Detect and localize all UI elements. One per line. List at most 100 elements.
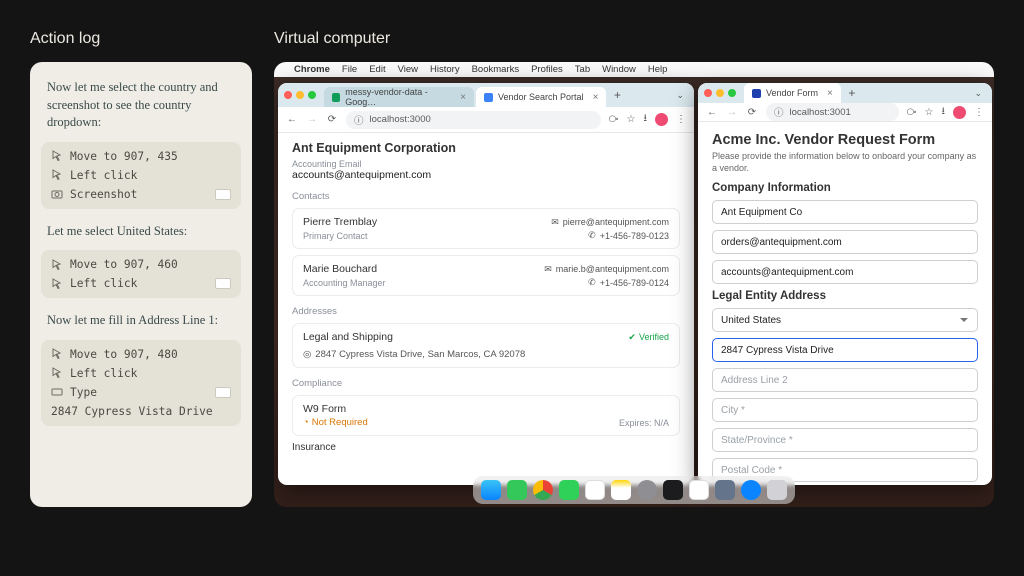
- dock-messages-icon[interactable]: [507, 480, 527, 500]
- url-text: localhost:3001: [790, 107, 851, 118]
- forward-icon[interactable]: →: [726, 106, 738, 118]
- log-row: Screenshot: [51, 188, 231, 201]
- expires-label: Expires: N/A: [619, 418, 669, 428]
- address-bar: ← → ⟳ ⓘlocalhost:3000 ⧂ ☆ ⭳ ⋮: [278, 107, 694, 133]
- url-input[interactable]: ⓘlocalhost:3000: [346, 111, 601, 129]
- menu-item[interactable]: Chrome: [294, 64, 330, 75]
- virtual-computer: Chrome File Edit View History Bookmarks …: [274, 62, 994, 507]
- download-icon[interactable]: ⭳: [942, 104, 946, 121]
- close-icon[interactable]: ×: [460, 92, 466, 103]
- star-icon[interactable]: ☆: [627, 114, 636, 125]
- menu-item[interactable]: Profiles: [531, 64, 563, 75]
- tab-sheets[interactable]: messy-vendor-data - Goog… ×: [324, 87, 474, 107]
- tab-label: messy-vendor-data - Goog…: [345, 87, 451, 107]
- contact-phone: ✆+1-456-789-0123: [588, 230, 669, 241]
- dock-terminal-icon[interactable]: [663, 480, 683, 500]
- click-icon: [51, 367, 63, 379]
- url-input[interactable]: ⓘlocalhost:3001: [766, 103, 899, 121]
- company-name: Ant Equipment Corporation: [292, 141, 680, 155]
- state-input[interactable]: State/Province *: [712, 428, 978, 452]
- log-row: Move to 907, 435: [51, 150, 231, 163]
- city-input[interactable]: City *: [712, 398, 978, 422]
- contact-role: Accounting Manager: [303, 278, 386, 288]
- traffic-lights[interactable]: [704, 89, 736, 97]
- traffic-lights[interactable]: [284, 91, 316, 99]
- back-icon[interactable]: ←: [706, 106, 718, 118]
- contact-email: ✉pierre@antequipment.com: [551, 217, 669, 228]
- log-text: Type: [70, 386, 97, 399]
- forward-icon[interactable]: →: [306, 114, 318, 126]
- log-text: Left click: [70, 169, 137, 182]
- accounting-email-label: Accounting Email: [292, 159, 680, 169]
- download-icon[interactable]: ⭳: [644, 111, 648, 128]
- address-line: ◎2847 Cypress Vista Drive, San Marcos, C…: [303, 349, 669, 360]
- back-icon[interactable]: ←: [286, 114, 298, 126]
- dock-finder-icon[interactable]: [481, 480, 501, 500]
- camera-icon: [51, 188, 63, 200]
- menu-item[interactable]: Edit: [369, 64, 385, 75]
- star-icon[interactable]: ☆: [925, 107, 934, 118]
- mac-dock[interactable]: [473, 476, 795, 504]
- contact-name: Marie Bouchard: [303, 263, 377, 275]
- favicon-icon: [752, 89, 761, 98]
- dock-appstore-icon[interactable]: [741, 480, 761, 500]
- log-note: Now let me select the country and screen…: [41, 73, 241, 134]
- dock-chrome-icon[interactable]: [533, 480, 553, 500]
- contact-role: Primary Contact: [303, 231, 368, 241]
- menu-item[interactable]: Window: [602, 64, 636, 75]
- contact-email: ✉marie.b@antequipment.com: [544, 264, 669, 275]
- compliance-card: W9 Form ◔Not RequiredExpires: N/A: [292, 395, 680, 436]
- orders-email-input[interactable]: orders@antequipment.com: [712, 230, 978, 254]
- menu-item[interactable]: Bookmarks: [472, 64, 520, 75]
- form-title: Acme Inc. Vendor Request Form: [712, 132, 978, 148]
- log-text: 2847 Cypress Vista Drive: [51, 405, 213, 418]
- verified-badge: ✔Verified: [628, 332, 669, 343]
- desktop: messy-vendor-data - Goog… × Vendor Search…: [274, 77, 994, 507]
- bookmark-icon[interactable]: ⧂: [609, 114, 619, 125]
- menu-item[interactable]: View: [398, 64, 418, 75]
- company-name-input[interactable]: Ant Equipment Co: [712, 200, 978, 224]
- phone-icon: ✆: [588, 277, 596, 288]
- tab-label: Vendor Form: [766, 88, 818, 98]
- insurance-label: Insurance: [292, 442, 680, 453]
- mac-menubar[interactable]: Chrome File Edit View History Bookmarks …: [274, 62, 994, 77]
- log-text: Move to 907, 480: [70, 348, 178, 361]
- log-block: Move to 907, 435 Left click Screenshot: [41, 142, 241, 209]
- bookmark-icon[interactable]: ⧂: [907, 107, 917, 118]
- cursor-icon: [51, 259, 63, 271]
- compliance-heading: Compliance: [292, 378, 680, 389]
- check-icon: ✔: [628, 332, 636, 343]
- dock-notes-icon[interactable]: [611, 480, 631, 500]
- menu-item[interactable]: Tab: [575, 64, 590, 75]
- chevron-down-icon[interactable]: ⌄: [970, 88, 986, 99]
- address-line2-input[interactable]: Address Line 2: [712, 368, 978, 392]
- menu-item[interactable]: Help: [648, 64, 668, 75]
- dock-trash-icon[interactable]: [767, 480, 787, 500]
- form-content: Acme Inc. Vendor Request Form Please pro…: [698, 122, 992, 485]
- dock-reminders-icon[interactable]: [585, 480, 605, 500]
- menu-item[interactable]: History: [430, 64, 460, 75]
- tab-portal[interactable]: Vendor Search Portal×: [476, 87, 606, 107]
- reload-icon[interactable]: ⟳: [326, 114, 338, 126]
- close-icon[interactable]: ×: [827, 88, 833, 99]
- address-line1-input[interactable]: 2847 Cypress Vista Drive: [712, 338, 978, 362]
- profile-avatar[interactable]: [655, 113, 668, 126]
- accounts-email-input[interactable]: accounts@antequipment.com: [712, 260, 978, 284]
- close-icon[interactable]: ×: [593, 92, 599, 103]
- kebab-icon[interactable]: ⋮: [676, 114, 686, 125]
- kebab-icon[interactable]: ⋮: [974, 107, 984, 118]
- new-tab-button[interactable]: +: [608, 86, 626, 104]
- profile-avatar[interactable]: [953, 106, 966, 119]
- tab-vendor-form[interactable]: Vendor Form ×: [744, 83, 841, 103]
- dock-settings-icon[interactable]: [637, 480, 657, 500]
- new-tab-button[interactable]: +: [843, 84, 861, 102]
- dock-facetime-icon[interactable]: [559, 480, 579, 500]
- dock-preview-icon[interactable]: [715, 480, 735, 500]
- menu-item[interactable]: File: [342, 64, 357, 75]
- reload-icon[interactable]: ⟳: [746, 106, 758, 118]
- dock-textedit-icon[interactable]: [689, 480, 709, 500]
- log-text: Left click: [70, 367, 137, 380]
- contact-name: Pierre Tremblay: [303, 216, 377, 228]
- country-select[interactable]: United States: [712, 308, 978, 332]
- chevron-down-icon[interactable]: ⌄: [672, 90, 688, 101]
